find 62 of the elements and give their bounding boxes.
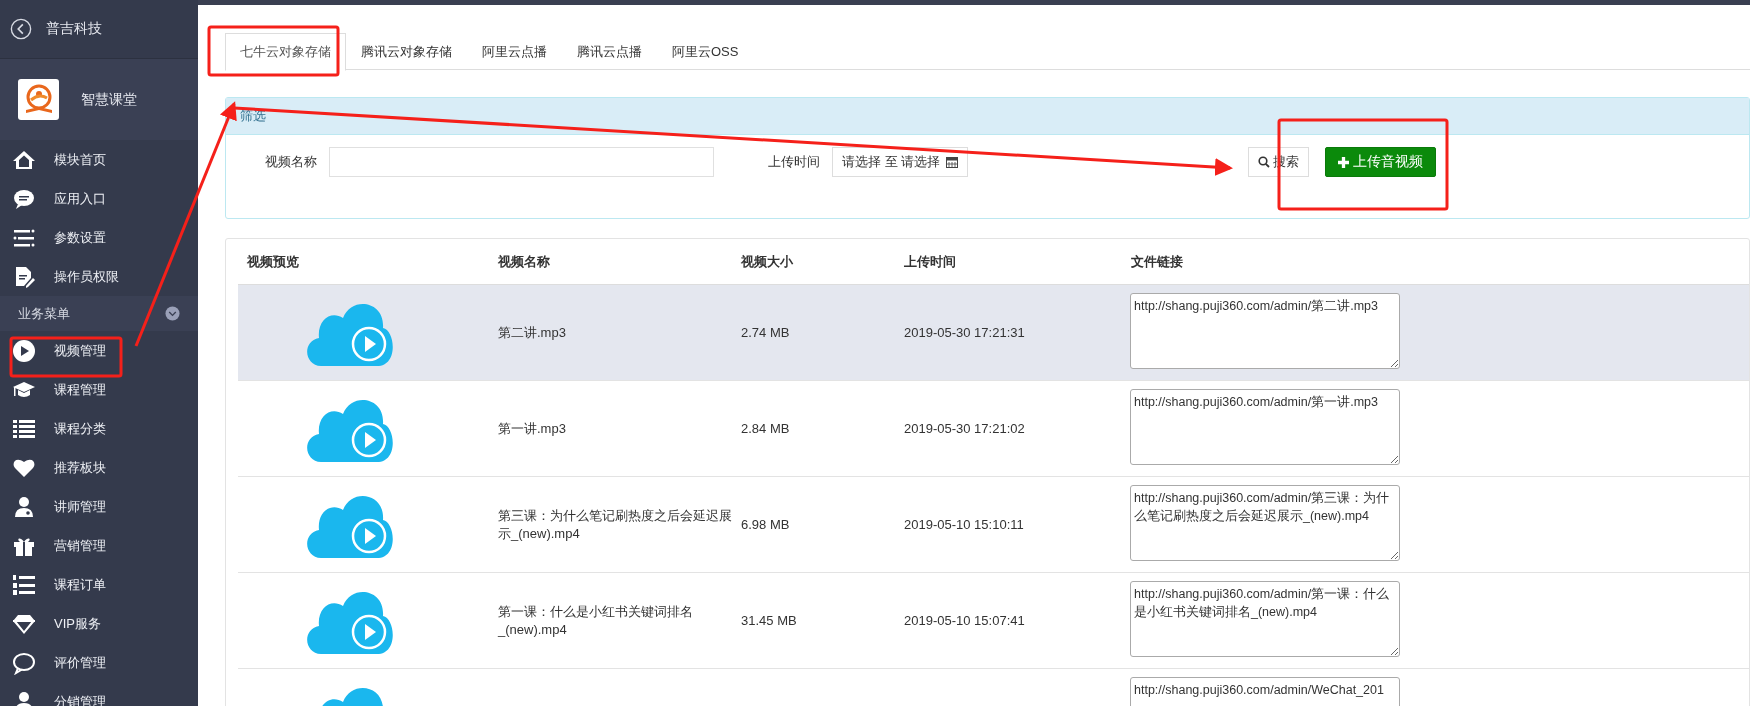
doctor-icon [12, 494, 36, 519]
link-field[interactable]: http://shang.puji360.com/admin/第一课：什么是小红书关键词排名_(new).mp4 [1130, 581, 1400, 657]
sidebar-item[interactable]: 评价管理 [0, 643, 198, 682]
sidebar-item[interactable]: 参数设置 [0, 218, 198, 257]
sidebar-item[interactable]: VIP服务 [0, 604, 198, 643]
table-row[interactable]: 第一讲.mp3 2.84 MB 2019-05-30 17:21:02 http://shang.puji360.com/admin/第一讲.mp3 [238, 381, 1749, 477]
sidebar-item[interactable]: 课程分类 [0, 409, 198, 448]
column-header: 文件链接 [1130, 252, 1184, 271]
menu-group-header[interactable]: 业务菜单 [0, 296, 198, 331]
calendar-icon [946, 156, 959, 168]
table-cell-text: 2019-05-30 17:21:31 [903, 323, 1026, 342]
table-row[interactable]: http://shang.puji360.com/admin/WeChat_201 [238, 669, 1749, 706]
tab[interactable]: 七牛云对象存储 [225, 33, 346, 71]
numbered-list-icon [12, 572, 36, 597]
search-icon [1258, 156, 1271, 168]
column-header: 视频名称 [497, 252, 551, 271]
table-cell-text: 2.84 MB [740, 419, 791, 438]
column-header: 视频大小 [740, 252, 794, 271]
table-cell-text: 第一课：什么是小红书关键词排名_(new).mp4 [496, 602, 694, 639]
table-cell-text: 6.98 MB [740, 515, 791, 534]
date-range-field[interactable]: 请选择 至 请选择 [832, 147, 969, 177]
table-cell-text: 第一讲.mp3 [497, 419, 567, 438]
table-cell-text: 2019-05-10 15:07:41 [903, 611, 1026, 630]
play-icon [12, 338, 36, 363]
table-cell-text: 第二讲.mp3 [497, 323, 567, 342]
input-field[interactable] [329, 147, 714, 177]
speech-bubble-icon [12, 650, 36, 675]
link-field[interactable]: http://shang.puji360.com/admin/第三课：为什么笔记刷热度之后会延迟展示_(new).mp4 [1130, 485, 1400, 561]
link-field[interactable]: http://shang.puji360.com/admin/第二讲.mp3 [1130, 293, 1400, 369]
field-label: 视频名称 [265, 153, 317, 171]
table-row[interactable]: 第一课：什么是小红书关键词排名_(new).mp4 31.45 MB 2019-05-10 15:07:41 http://shang.puji360.com/admin/第一课：什么是小红书关键词排名_(new).mp4 [238, 573, 1749, 669]
table-cell-text: 2019-05-30 17:21:02 [903, 419, 1026, 438]
table-cell-text: 2.74 MB [740, 323, 791, 342]
link-field[interactable]: http://shang.puji360.com/admin/WeChat_201 [1130, 677, 1400, 706]
column-header: 上传时间 [903, 252, 957, 271]
table-cell-text: 第三课：为什么笔记刷热度之后会延迟展示_(new).mp4 [497, 506, 732, 543]
sidebar-item[interactable]: 课程管理 [0, 370, 198, 409]
tab[interactable]: 阿里云点播 [467, 33, 562, 70]
app-logo [18, 79, 59, 120]
sidebar-item[interactable]: 课程订单 [0, 565, 198, 604]
table-cell-text: 31.45 MB [740, 611, 798, 630]
table-cell-text: 2019-05-10 15:10:11 [903, 515, 1025, 534]
tab[interactable]: 腾讯云点播 [562, 33, 657, 70]
tab[interactable]: 阿里云OSS [657, 33, 754, 70]
field-label: 上传时间 [768, 153, 820, 171]
sidebar-item[interactable]: 营销管理 [0, 526, 198, 565]
tab[interactable]: 腾讯云对象存储 [346, 33, 467, 70]
panel-title: 筛选 [226, 98, 1749, 135]
table-row[interactable]: 第二讲.mp3 2.74 MB 2019-05-30 17:21:31 http://shang.puji360.com/admin/第二讲.mp3 [238, 285, 1749, 381]
sidebar-item[interactable]: 推荐板块 [0, 448, 198, 487]
upload-button[interactable]: 上传音视频 [1325, 147, 1437, 177]
sidebar-item[interactable]: 模块首页 [0, 140, 198, 179]
back-icon[interactable] [10, 18, 32, 40]
org-name: 普吉科技 [46, 20, 102, 38]
sidebar-item[interactable]: 讲师管理 [0, 487, 198, 526]
app-name: 智慧课堂 [81, 90, 137, 109]
column-header: 视频预览 [246, 252, 300, 271]
sidebar-item[interactable]: 应用入口 [0, 179, 198, 218]
sidebar-item[interactable]: 视频管理 [0, 331, 198, 370]
plus-icon [1338, 156, 1350, 168]
link-field[interactable]: http://shang.puji360.com/admin/第一讲.mp3 [1130, 389, 1400, 465]
sidebar-item[interactable]: 操作员权限 [0, 257, 198, 296]
